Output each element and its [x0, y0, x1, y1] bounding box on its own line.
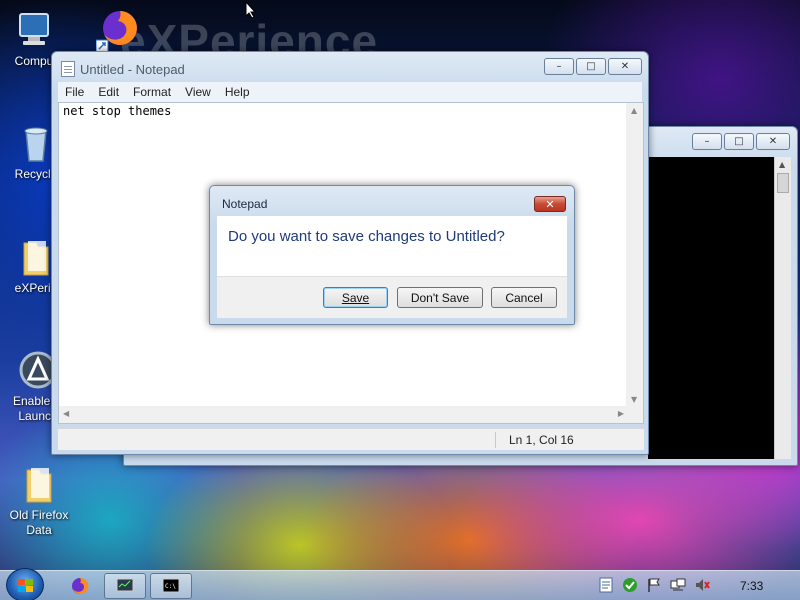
close-icon: ✕ — [620, 61, 630, 72]
editor-text[interactable]: net stop themes — [63, 104, 171, 118]
close-button[interactable]: ✕ — [608, 58, 642, 75]
dialog-body: Do you want to save changes to Untitled? — [217, 216, 567, 276]
scrollbar-corner — [626, 406, 643, 423]
desktop-icon-label: Old Firefox — [9, 508, 69, 522]
menu-help[interactable]: Help — [218, 85, 257, 99]
network-icon[interactable] — [670, 577, 686, 593]
scrollbar-thumb[interactable] — [777, 173, 789, 193]
folder-icon — [16, 237, 56, 277]
taskbar-clock[interactable]: 7:33 — [740, 579, 763, 593]
menu-edit[interactable]: Edit — [91, 85, 126, 99]
minimize-button[interactable]: – — [544, 58, 574, 75]
dont-save-button[interactable]: Don't Save — [397, 287, 483, 308]
save-button-label: Save — [341, 290, 370, 305]
flag-icon[interactable] — [646, 577, 662, 593]
menu-file[interactable]: File — [58, 85, 91, 99]
dont-save-button-label: Don't Save — [410, 290, 470, 305]
task-manager-icon — [116, 578, 134, 592]
horizontal-scrollbar[interactable]: ◀ ▶ — [59, 406, 628, 423]
cursor-position: Ln 1, Col 16 — [509, 433, 574, 447]
dialog-close-button[interactable]: ✕ — [534, 196, 566, 212]
save-changes-dialog[interactable]: Notepad ✕ Do you want to save changes to… — [209, 185, 575, 325]
console-output[interactable] — [648, 157, 774, 459]
desktop-icon-old-firefox-data[interactable]: Old Firefox Data — [0, 464, 79, 538]
notepad-icon — [61, 61, 75, 77]
maximize-icon: □ — [734, 136, 744, 147]
mouse-cursor-icon — [245, 1, 257, 19]
windows-logo-icon — [18, 579, 33, 592]
taskbar-command-prompt[interactable]: C:\ — [150, 573, 192, 599]
menu-bar: File Edit Format View Help — [58, 82, 642, 102]
recycle-bin-icon — [16, 123, 56, 163]
maximize-icon: □ — [586, 61, 596, 72]
maximize-button[interactable]: □ — [576, 58, 606, 75]
status-bar: Ln 1, Col 16 — [58, 428, 644, 450]
minimize-icon: – — [704, 136, 710, 147]
cmd-icon: C:\ — [162, 578, 180, 593]
folder-icon — [19, 464, 59, 504]
scroll-left-arrow-icon[interactable]: ◀ — [63, 409, 69, 418]
dialog-title: Notepad — [222, 197, 268, 211]
desktop-icon-firefox[interactable] — [95, 6, 142, 53]
computer-icon — [14, 10, 54, 50]
close-button[interactable]: ✕ — [756, 133, 790, 150]
dialog-message: Do you want to save changes to Untitled? — [228, 228, 505, 245]
menu-format[interactable]: Format — [126, 85, 178, 99]
security-icon[interactable] — [622, 577, 638, 593]
scroll-up-arrow-icon[interactable]: ▲ — [631, 106, 637, 115]
svg-text:C:\: C:\ — [165, 583, 176, 590]
save-button[interactable]: Save — [323, 287, 388, 308]
notepad-tray-icon[interactable] — [598, 577, 614, 593]
taskbar-firefox[interactable] — [64, 573, 96, 599]
taskbar-task-manager[interactable] — [104, 573, 146, 599]
close-icon: ✕ — [545, 197, 555, 211]
minimize-icon: – — [556, 61, 562, 72]
vertical-scrollbar[interactable]: ▲ ▼ — [626, 103, 643, 407]
menu-view[interactable]: View — [178, 85, 218, 99]
scroll-down-arrow-icon[interactable]: ▼ — [631, 395, 637, 404]
firefox-icon — [95, 11, 137, 53]
taskbar: C:\ 7:33 — [0, 568, 800, 600]
console-scrollbar[interactable]: ▲ — [774, 157, 791, 459]
cancel-button[interactable]: Cancel — [491, 287, 557, 308]
desktop-icon-label-line2: Data — [26, 523, 52, 537]
maximize-button[interactable]: □ — [724, 133, 754, 150]
scroll-right-arrow-icon[interactable]: ▶ — [618, 409, 624, 418]
cancel-button-label: Cancel — [505, 290, 543, 305]
scroll-up-arrow-icon[interactable]: ▲ — [779, 160, 785, 169]
firefox-icon — [72, 577, 89, 594]
close-icon: ✕ — [768, 136, 778, 147]
dialog-button-area: Save Don't Save Cancel — [217, 276, 567, 318]
window-title: Untitled - Notepad — [80, 62, 185, 77]
minimize-button[interactable]: – — [692, 133, 722, 150]
start-button[interactable] — [6, 568, 44, 600]
volume-muted-icon[interactable] — [694, 577, 710, 593]
status-separator — [495, 432, 496, 448]
